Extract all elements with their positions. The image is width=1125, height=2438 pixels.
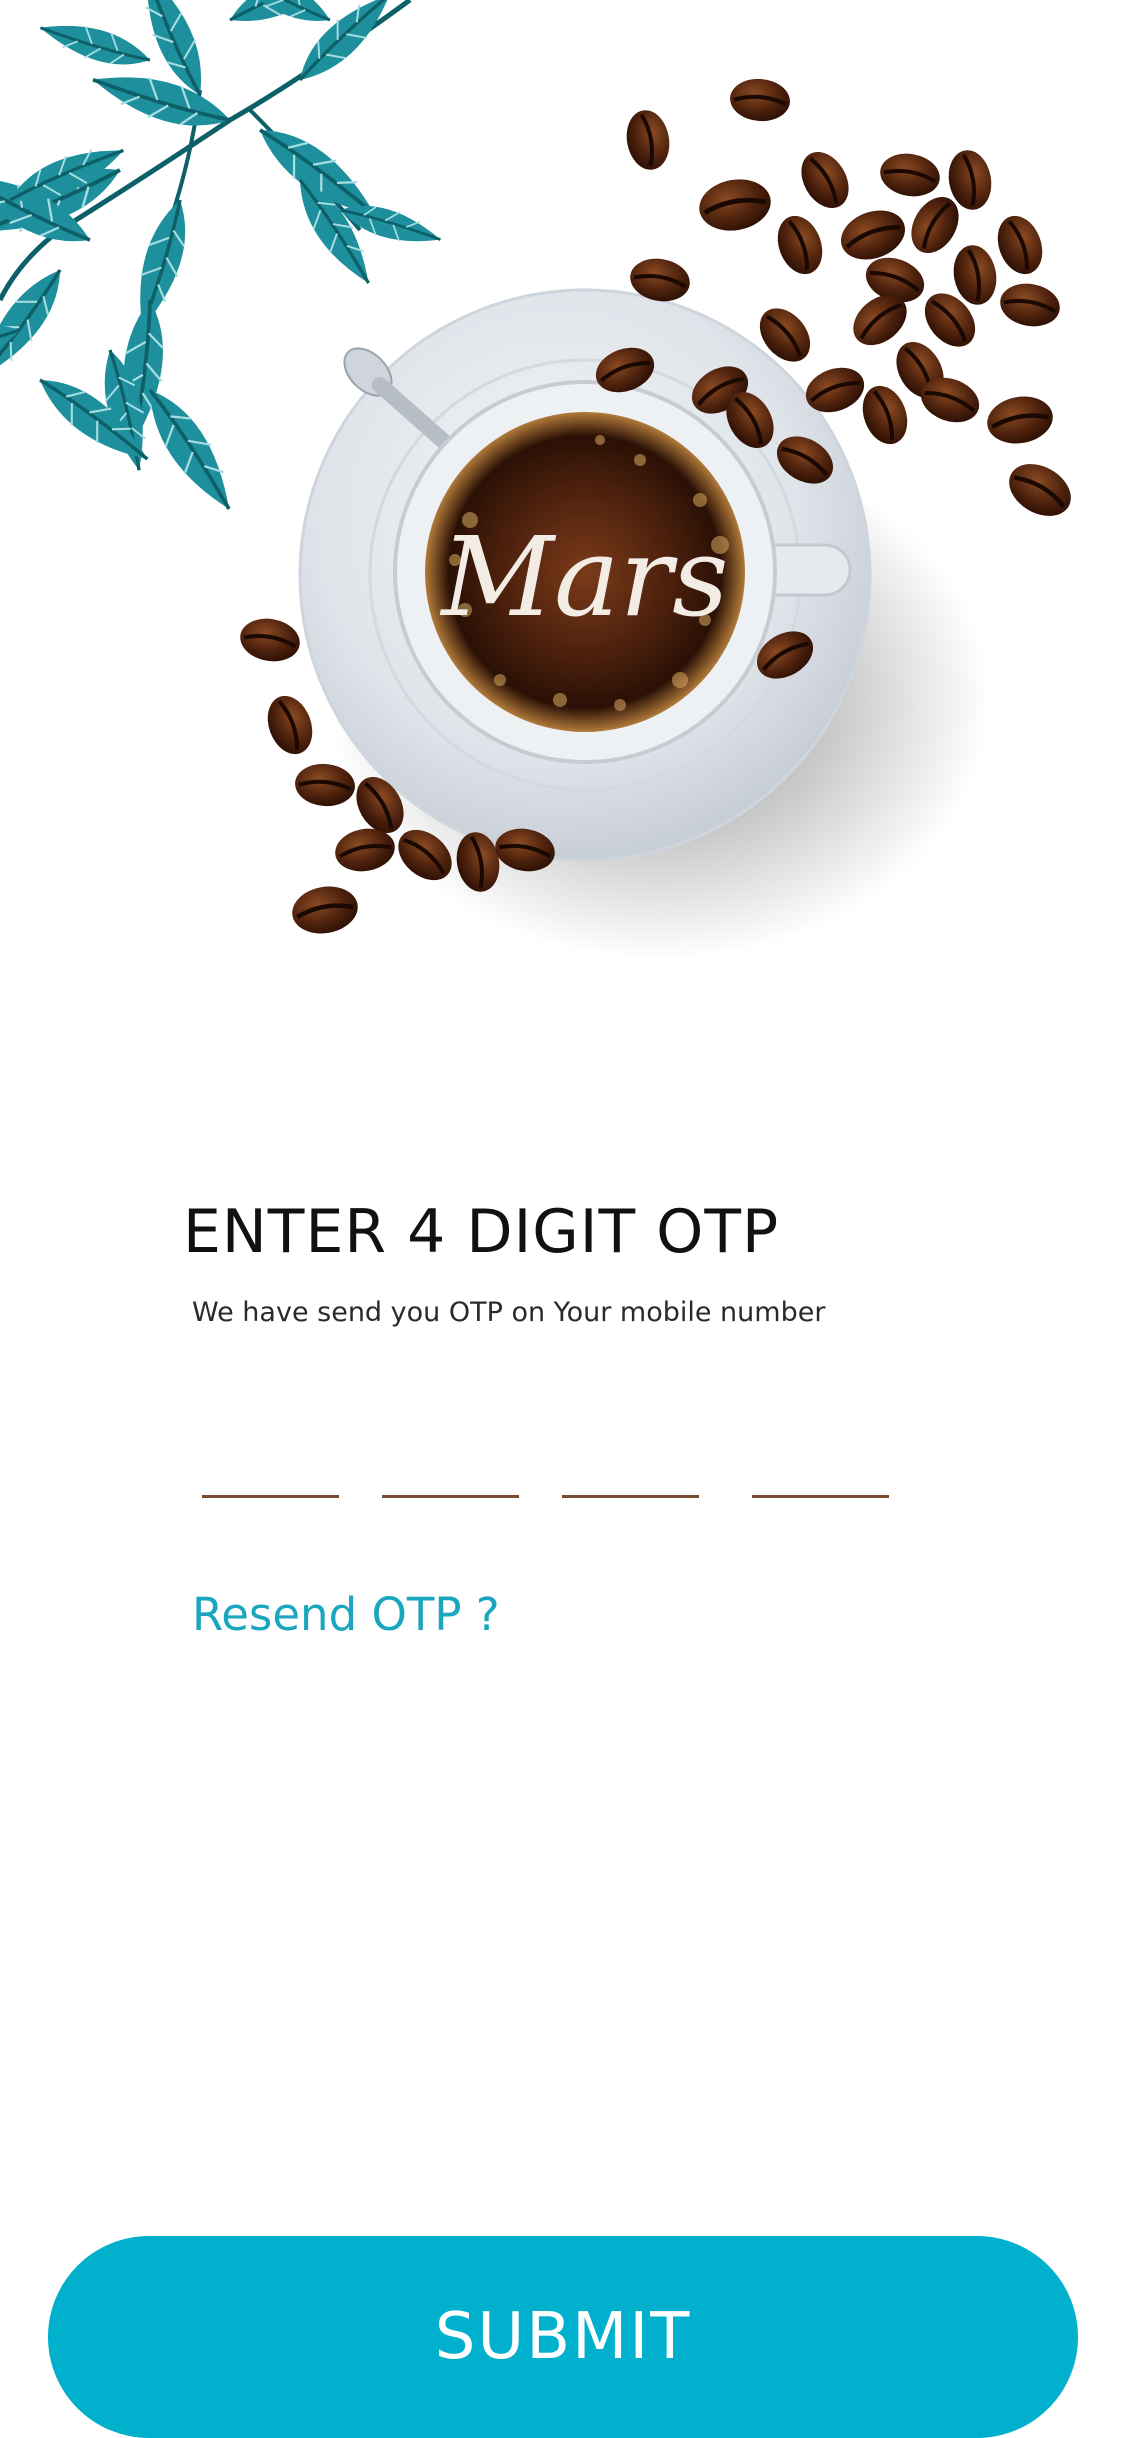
- page-subtitle: We have send you OTP on Your mobile numb…: [192, 1297, 826, 1328]
- otp-digit-4-input[interactable]: [752, 1440, 889, 1498]
- otp-digit-2-input[interactable]: [382, 1440, 519, 1498]
- brand-logo: Mars: [439, 513, 728, 641]
- resend-otp-link[interactable]: Resend OTP ?: [192, 1588, 500, 1641]
- hero-illustration: Mars: [0, 0, 1125, 1000]
- submit-button[interactable]: SUBMIT: [48, 2236, 1078, 2438]
- page-title: ENTER 4 DIGIT OTP: [183, 1197, 780, 1267]
- otp-digit-1-input[interactable]: [202, 1440, 339, 1498]
- otp-digit-3-input[interactable]: [562, 1440, 699, 1498]
